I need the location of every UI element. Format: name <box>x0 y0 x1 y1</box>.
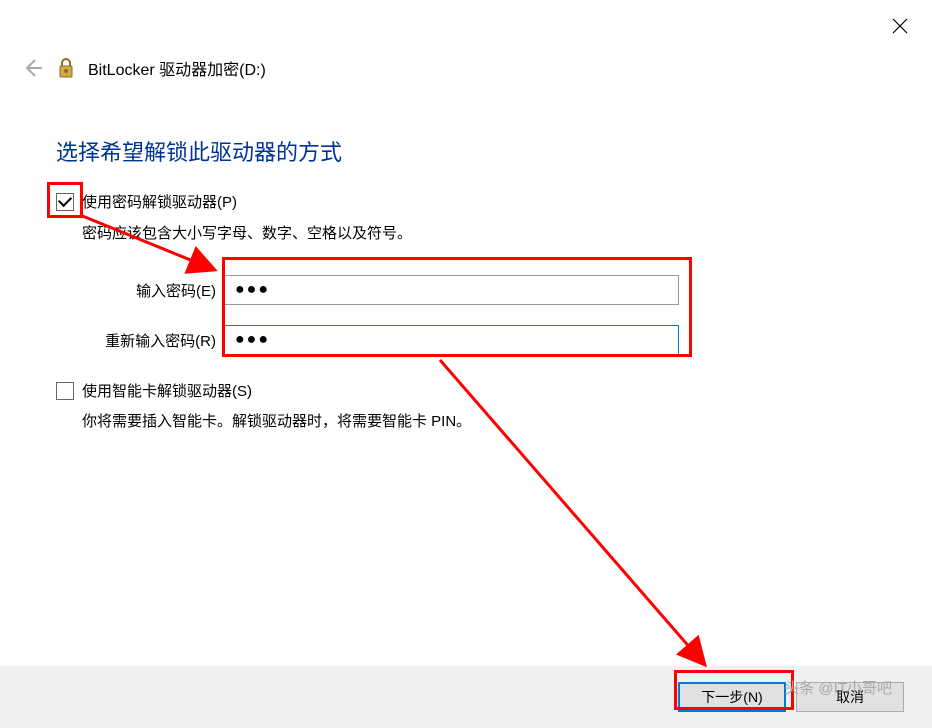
bitlocker-icon <box>56 56 76 80</box>
password-checkbox[interactable] <box>56 193 74 211</box>
back-button[interactable] <box>20 56 44 80</box>
password-option-label: 使用密码解锁驱动器(P) <box>82 191 237 212</box>
close-icon <box>892 18 908 34</box>
annotation-arrow-2 <box>430 350 730 680</box>
smartcard-option-row[interactable]: 使用智能卡解锁驱动器(S) <box>56 380 252 401</box>
password-option-description: 密码应该包含大小写字母、数字、空格以及符号。 <box>82 222 412 243</box>
window-title: BitLocker 驱动器加密(D:) <box>88 56 266 80</box>
smartcard-option-description: 你将需要插入智能卡。解锁驱动器时，将需要智能卡 PIN。 <box>82 410 471 431</box>
enter-password-row: 输入密码(E) <box>82 275 679 305</box>
enter-password-input[interactable] <box>224 275 679 305</box>
close-button[interactable] <box>892 18 908 34</box>
enter-password-label: 输入密码(E) <box>82 280 224 301</box>
reenter-password-input[interactable] <box>224 325 679 355</box>
smartcard-checkbox[interactable] <box>56 382 74 400</box>
smartcard-option-label: 使用智能卡解锁驱动器(S) <box>82 380 252 401</box>
cancel-button[interactable]: 取消 <box>796 682 904 712</box>
page-heading: 选择希望解锁此驱动器的方式 <box>56 135 342 167</box>
footer-bar: 下一步(N) 取消 <box>0 666 932 728</box>
reenter-password-row: 重新输入密码(R) <box>82 325 679 355</box>
password-option-row[interactable]: 使用密码解锁驱动器(P) <box>56 191 237 212</box>
header: BitLocker 驱动器加密(D:) <box>20 56 266 80</box>
reenter-password-label: 重新输入密码(R) <box>82 330 224 351</box>
next-button[interactable]: 下一步(N) <box>678 682 786 712</box>
arrow-left-icon <box>20 56 44 80</box>
